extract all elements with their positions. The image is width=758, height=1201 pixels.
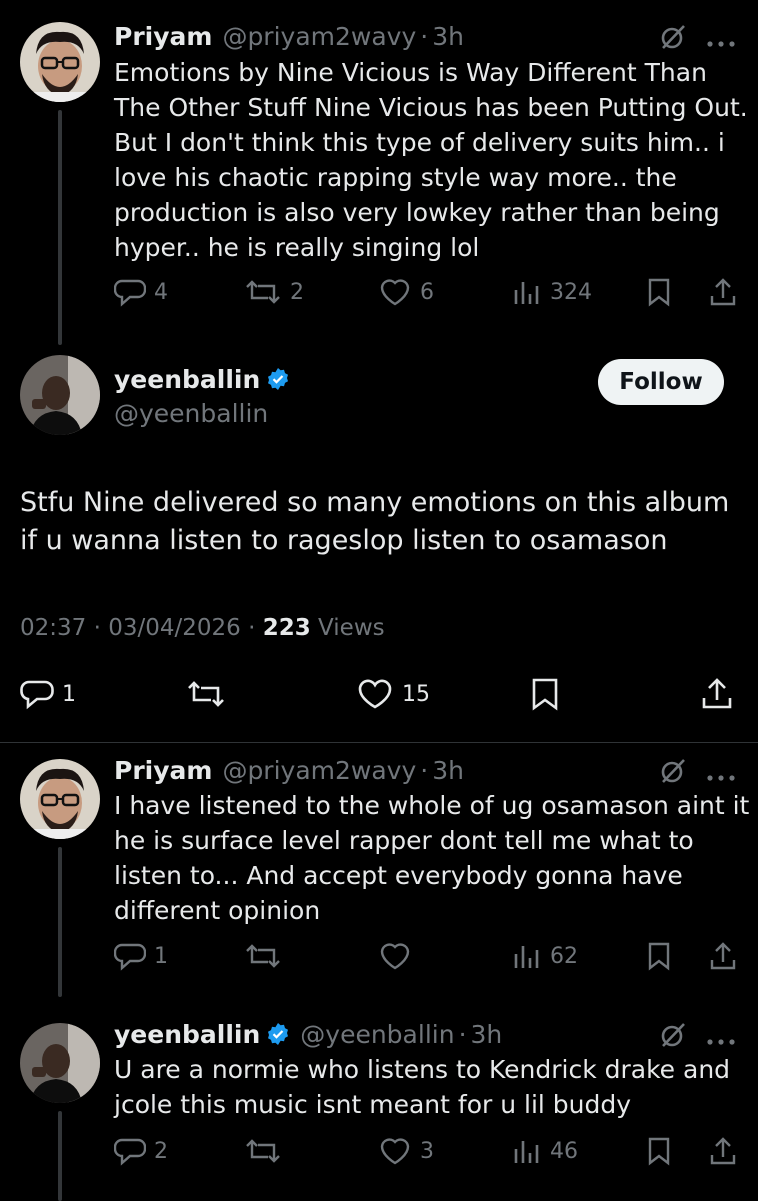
separator-dot: · xyxy=(458,1019,467,1049)
bookmark-icon[interactable] xyxy=(646,940,672,976)
grok-icon[interactable] xyxy=(658,22,688,56)
author-handle[interactable]: @priyam2wavy xyxy=(222,22,416,51)
reply-icon xyxy=(114,279,146,307)
repost-button[interactable]: 2 xyxy=(244,276,304,308)
repost-icon xyxy=(246,280,280,304)
grok-icon[interactable] xyxy=(658,1020,688,1054)
tweet-meta: 02:37 · 03/04/2026 · 223 Views xyxy=(20,615,385,641)
thread-line xyxy=(58,110,62,345)
reply-count: 4 xyxy=(154,279,168,305)
tweet-time[interactable]: 3h xyxy=(432,22,464,51)
reply-count: 1 xyxy=(154,943,168,969)
like-button[interactable]: 6 xyxy=(378,276,434,308)
author-name[interactable]: yeenballin xyxy=(114,1020,260,1049)
tweet-timestamp[interactable]: 02:37 · 03/04/2026 · xyxy=(20,615,263,641)
author-handle[interactable]: @priyam2wavy xyxy=(222,756,416,785)
repost-icon[interactable] xyxy=(244,1135,282,1171)
reply-count: 1 xyxy=(62,681,76,707)
share-icon[interactable] xyxy=(700,677,734,715)
thread-line xyxy=(58,1111,62,1201)
like-icon[interactable] xyxy=(378,940,412,976)
views-count: 62 xyxy=(550,943,578,969)
like-icon xyxy=(358,679,392,709)
reply-button[interactable]: 2 xyxy=(114,1135,168,1167)
more-icon[interactable] xyxy=(706,33,736,52)
like-count: 3 xyxy=(420,1138,434,1164)
main-tweet-yeenballin[interactable]: yeenballin @yeenballin Follow Stfu Nine … xyxy=(0,345,758,740)
repost-count: 2 xyxy=(290,279,304,305)
tweet-text: Emotions by Nine Vicious is Way Differen… xyxy=(114,58,748,262)
like-count: 6 xyxy=(420,279,434,305)
tweet-yeenballin-reply[interactable]: yeenballin @yeenballin · 3h U are a norm… xyxy=(0,1005,758,1201)
tweet-priyam-1[interactable]: Priyam @priyam2wavy · 3h Emotions by Nin… xyxy=(0,0,758,345)
views-button[interactable]: 324 xyxy=(512,276,592,308)
grok-icon[interactable] xyxy=(658,756,688,790)
tweet-priyam-2[interactable]: Priyam @priyam2wavy · 3h I have listened… xyxy=(0,743,758,998)
tweet-time[interactable]: 3h xyxy=(471,1020,503,1049)
more-icon[interactable] xyxy=(706,767,736,786)
views-icon xyxy=(514,1141,539,1163)
views-label: Views xyxy=(310,615,385,641)
views-count: 223 xyxy=(262,615,311,641)
separator-dot: · xyxy=(420,755,429,785)
like-button[interactable]: 15 xyxy=(356,677,430,711)
views-count: 324 xyxy=(550,279,592,305)
reply-icon xyxy=(20,680,54,710)
like-count: 15 xyxy=(402,681,430,707)
avatar-priyam[interactable] xyxy=(20,759,100,839)
reply-button[interactable]: 1 xyxy=(20,677,76,711)
avatar-priyam[interactable] xyxy=(20,22,100,102)
views-button[interactable]: 62 xyxy=(512,940,578,972)
bookmark-icon[interactable] xyxy=(530,677,560,715)
verified-badge-icon xyxy=(268,1023,289,1045)
like-icon xyxy=(380,1138,410,1165)
follow-button[interactable]: Follow xyxy=(598,359,724,405)
reply-button[interactable]: 1 xyxy=(114,940,168,972)
author-handle[interactable]: @yeenballin xyxy=(114,399,290,428)
reply-button[interactable]: 4 xyxy=(114,276,168,308)
bookmark-icon[interactable] xyxy=(646,276,672,312)
reply-count: 2 xyxy=(154,1138,168,1164)
tweet-time[interactable]: 3h xyxy=(432,756,464,785)
like-button[interactable]: 3 xyxy=(378,1135,434,1167)
like-icon xyxy=(380,279,410,306)
avatar-yeenballin[interactable] xyxy=(20,1023,100,1103)
reply-icon xyxy=(114,1138,146,1166)
tweet-text: I have listened to the whole of ug osama… xyxy=(114,791,750,925)
repost-icon[interactable] xyxy=(186,677,226,715)
views-button[interactable]: 46 xyxy=(512,1135,578,1167)
author-name[interactable]: Priyam xyxy=(114,756,212,785)
tweet-text: Stfu Nine delivered so many emotions on … xyxy=(20,487,730,556)
share-icon[interactable] xyxy=(708,1135,738,1171)
avatar-yeenballin[interactable] xyxy=(20,355,100,435)
verified-badge-icon xyxy=(268,368,289,390)
more-icon[interactable] xyxy=(706,1031,736,1050)
views-icon xyxy=(514,946,539,968)
share-icon[interactable] xyxy=(708,276,738,312)
bookmark-icon[interactable] xyxy=(646,1135,672,1171)
separator-dot: · xyxy=(420,21,429,51)
reply-icon xyxy=(114,943,146,971)
author-name[interactable]: yeenballin xyxy=(114,361,290,397)
share-icon[interactable] xyxy=(708,940,738,976)
repost-icon[interactable] xyxy=(244,940,282,976)
views-icon xyxy=(514,282,539,304)
author-name[interactable]: Priyam xyxy=(114,22,212,51)
author-handle[interactable]: @yeenballin xyxy=(300,1020,454,1049)
views-count: 46 xyxy=(550,1138,578,1164)
tweet-text: U are a normie who listens to Kendrick d… xyxy=(114,1055,731,1119)
thread-line xyxy=(58,847,62,997)
